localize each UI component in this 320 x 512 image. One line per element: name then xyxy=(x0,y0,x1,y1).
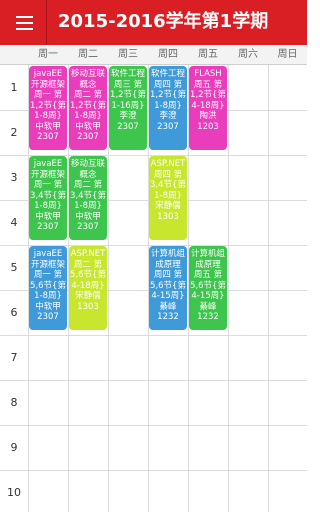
course-name: ASP.NET xyxy=(70,249,106,259)
course-detail: 周一 第1,2节{第1-8周} 中软甲 2307 xyxy=(30,90,66,142)
course-detail: 周一 第5,6节{第1-8周} 中软甲 2307 xyxy=(30,270,66,322)
day-header: 周二 xyxy=(78,49,98,60)
course-name: 计算机组成原理 xyxy=(150,249,185,270)
course-detail: 周五 第1,2节{第4-18周} 陶洪 1203 xyxy=(190,79,226,132)
period-number: 5 xyxy=(10,261,18,274)
period-number: 4 xyxy=(10,216,18,229)
course-card[interactable]: javaEE开源框架 周一 第3,4节{第1-8周} 中软甲 2307 xyxy=(29,156,67,240)
course-detail: 周三 第1,2节{第1-16周} 李澄 2307 xyxy=(110,79,146,132)
course-name: 软件工程 xyxy=(150,69,185,79)
weekday-header: 周一 周二 周三 周四 周五 周六 周日 xyxy=(0,45,307,65)
course-name: 移动互联概念 xyxy=(70,159,105,180)
course-detail: 周二 第5,6节{第4-18周} 宋静儒 1303 xyxy=(70,259,106,312)
course-card[interactable]: 软件工程 周四 第1,2节{第1-8周} 李澄 2307 xyxy=(149,66,187,150)
course-name: ASP.NET xyxy=(150,159,186,169)
course-name: FLASH xyxy=(194,69,222,79)
course-card[interactable]: ASP.NET 周二 第5,6节{第4-18周} 宋静儒 1303 xyxy=(69,246,107,330)
period-number: 9 xyxy=(10,441,18,454)
course-name: javaEE开源框架 xyxy=(30,159,65,180)
period-number: 7 xyxy=(10,351,18,364)
period-number: 6 xyxy=(10,306,18,319)
course-card[interactable]: 计算机组成原理 周五 第5,6节{第4-15周} 綦峰 1232 xyxy=(189,246,227,330)
period-number: 3 xyxy=(10,171,18,184)
page-title: 2015-2016学年第1学期 xyxy=(58,11,269,32)
period-number: 10 xyxy=(7,486,21,499)
course-name: 移动互联概念 xyxy=(70,69,105,90)
course-card[interactable]: 计算机组成原理 周四 第5,6节{第4-15周} 綦峰 1232 xyxy=(149,246,187,330)
course-card[interactable]: 移动互联概念 周二 第1,2节{第1-8周} 中软甲 2307 xyxy=(69,66,107,150)
app-bar: 2015-2016学年第1学期 xyxy=(0,0,307,45)
day-header: 周六 xyxy=(238,49,258,60)
course-detail: 周四 第3,4节{第1-8周} 宋静儒 1303 xyxy=(150,169,186,222)
menu-button[interactable] xyxy=(8,8,38,38)
appbar-divider xyxy=(46,0,47,45)
course-detail: 周四 第1,2节{第1-8周} 李澄 2307 xyxy=(150,79,186,132)
course-card[interactable]: 移动互联概念 周二 第3,4节{第1-8周} 中软甲 2307 xyxy=(69,156,107,240)
day-header: 周四 xyxy=(158,49,178,60)
day-header: 周三 xyxy=(118,49,138,60)
course-card[interactable]: 软件工程 周三 第1,2节{第1-16周} 李澄 2307 xyxy=(109,66,147,150)
course-card[interactable]: javaEE开源框架 周一 第5,6节{第1-8周} 中软甲 2307 xyxy=(29,246,67,330)
day-header: 周日 xyxy=(277,49,298,60)
course-name: javaEE开源框架 xyxy=(30,69,65,90)
course-detail: 周五 第5,6节{第4-15周} 綦峰 1232 xyxy=(190,270,226,322)
course-name: javaEE开源框架 xyxy=(30,249,65,270)
timetable-grid: 1 2 3 4 5 6 7 8 9 10 javaEE开源框架 周一 第1,2节… xyxy=(0,65,307,512)
course-detail: 周四 第5,6节{第4-15周} 綦峰 1232 xyxy=(150,270,186,322)
day-header: 周一 xyxy=(38,49,58,60)
period-number: 8 xyxy=(10,396,18,409)
course-card[interactable]: FLASH 周五 第1,2节{第4-18周} 陶洪 1203 xyxy=(189,66,227,150)
period-number: 2 xyxy=(10,126,18,139)
course-detail: 周二 第3,4节{第1-8周} 中软甲 2307 xyxy=(70,180,106,232)
course-name: 软件工程 xyxy=(110,69,145,79)
course-detail: 周二 第1,2节{第1-8周} 中软甲 2307 xyxy=(70,90,106,142)
course-card[interactable]: ASP.NET 周四 第3,4节{第1-8周} 宋静儒 1303 xyxy=(149,156,187,240)
period-number: 1 xyxy=(10,81,18,94)
course-card[interactable]: javaEE开源框架 周一 第1,2节{第1-8周} 中软甲 2307 xyxy=(29,66,67,150)
course-name: 计算机组成原理 xyxy=(190,249,225,270)
day-header: 周五 xyxy=(198,49,218,60)
course-detail: 周一 第3,4节{第1-8周} 中软甲 2307 xyxy=(30,180,66,232)
